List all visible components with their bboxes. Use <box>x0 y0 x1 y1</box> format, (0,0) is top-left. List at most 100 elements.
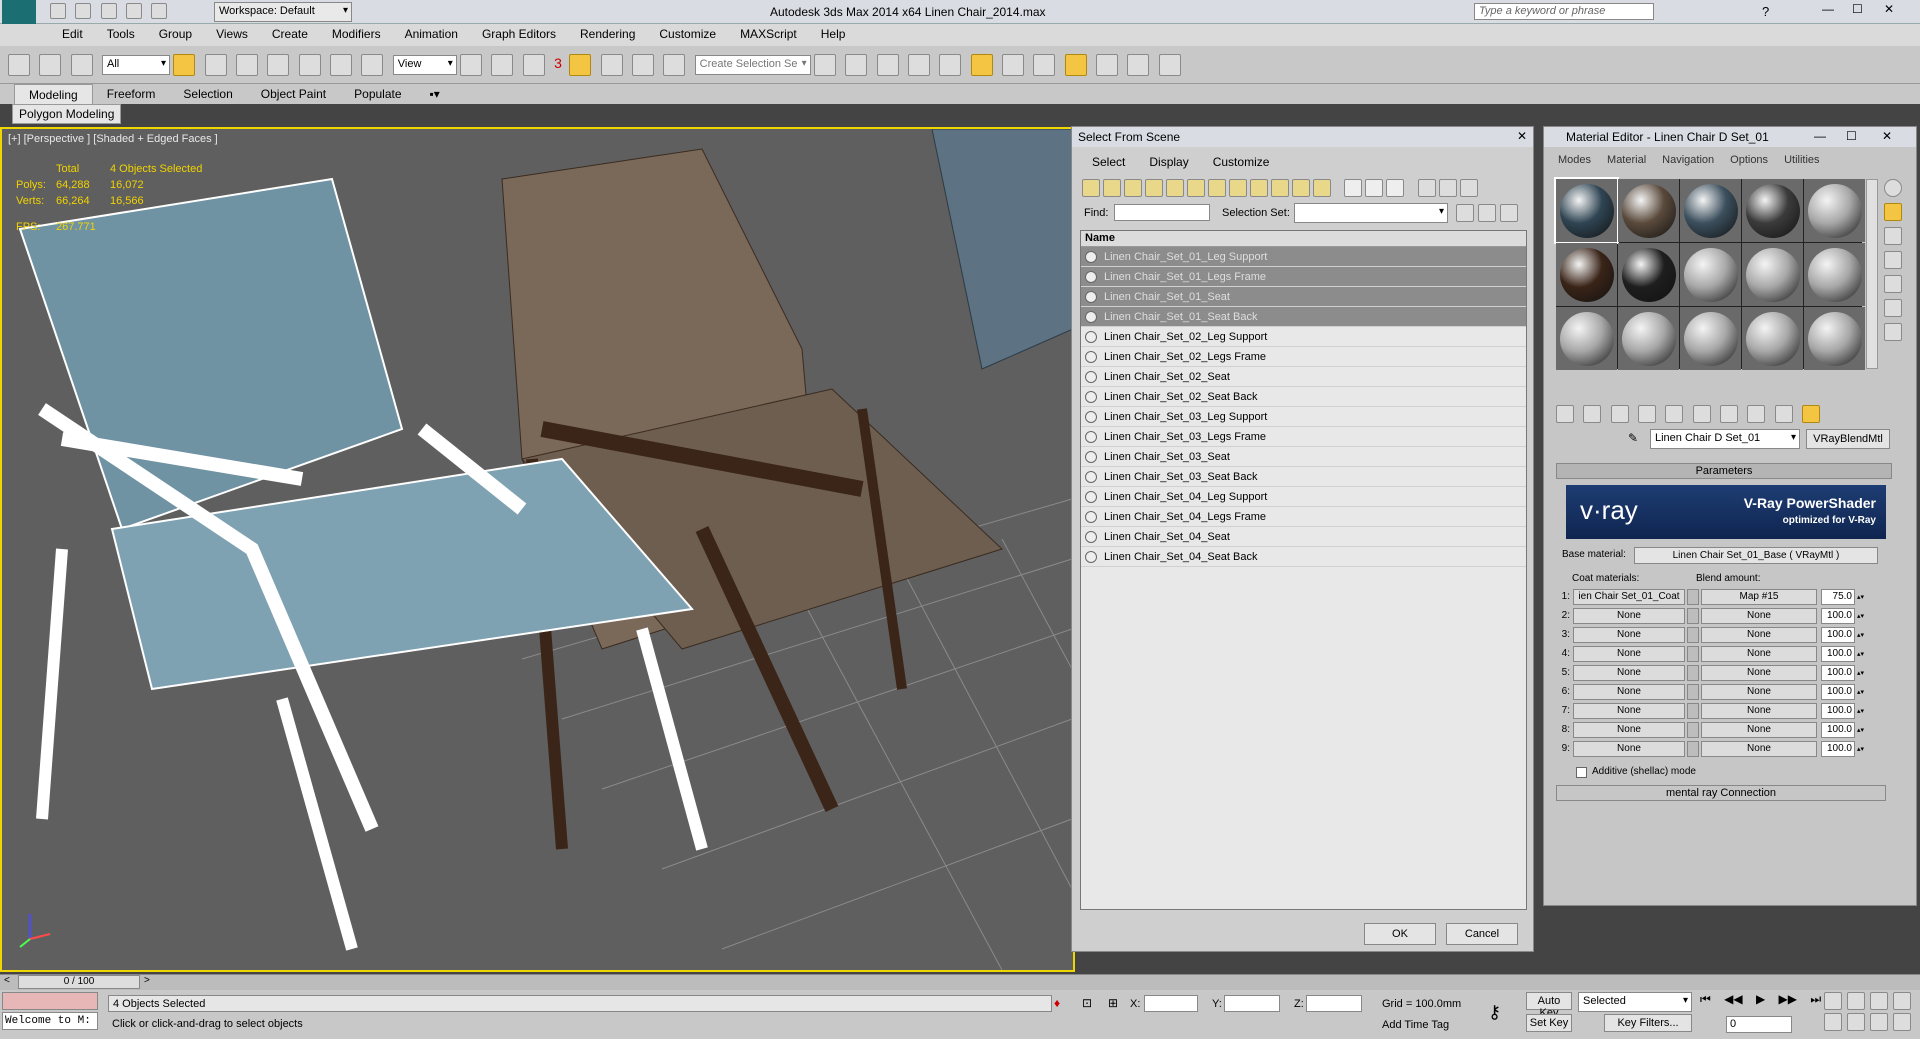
add-to-set-icon[interactable] <box>1478 204 1496 222</box>
spinner-arrows-icon[interactable]: ▴▾ <box>1857 650 1864 658</box>
edit-named-sets-icon[interactable] <box>663 54 686 76</box>
spinner-arrows-icon[interactable]: ▴▾ <box>1857 688 1864 696</box>
filter-frozen-icon[interactable] <box>1292 179 1310 197</box>
filter-containers-icon[interactable] <box>1271 179 1289 197</box>
ribbon-panel-polygon-modeling[interactable]: Polygon Modeling <box>12 104 122 124</box>
select-by-name-icon[interactable] <box>204 54 227 76</box>
blend-amount-spinner[interactable]: 100.0 <box>1821 721 1855 738</box>
display-children-icon[interactable] <box>1459 179 1478 197</box>
filter-hidden-icon[interactable] <box>1313 179 1331 197</box>
show-map-icon[interactable] <box>1747 405 1766 423</box>
perspective-viewport[interactable]: [+] [Perspective ] [Shaded + Edged Faces… <box>0 127 1075 972</box>
coat-toggle-checkbox[interactable] <box>1687 721 1699 738</box>
window-crossing-icon[interactable] <box>267 54 290 76</box>
reset-map-icon[interactable] <box>1638 405 1657 423</box>
snap-toggle-label[interactable]: 3 <box>554 55 562 71</box>
select-all-icon[interactable] <box>1344 179 1363 197</box>
coat-toggle-checkbox[interactable] <box>1687 664 1699 681</box>
material-id-icon[interactable] <box>1720 405 1739 423</box>
put-to-scene-icon[interactable] <box>1583 405 1602 423</box>
coat-material-button[interactable]: None <box>1573 645 1685 662</box>
close-button[interactable]: ✕ <box>1884 2 1894 16</box>
field-of-view-icon[interactable] <box>1824 1013 1842 1031</box>
object-list-row[interactable]: Linen Chair_Set_01_Leg Support <box>1081 247 1526 267</box>
menu-rendering[interactable]: Rendering <box>568 24 647 46</box>
object-list-row[interactable]: Linen Chair_Set_01_Seat Back <box>1081 307 1526 327</box>
coat-material-button[interactable]: None <box>1573 664 1685 681</box>
set-key-button[interactable]: Set Key <box>1526 1014 1572 1032</box>
filter-shapes-icon[interactable] <box>1103 179 1121 197</box>
dialog-close-button[interactable]: ✕ <box>1517 129 1527 143</box>
pan-icon[interactable] <box>1847 1013 1865 1031</box>
go-to-end-icon[interactable]: ⏭ <box>1810 992 1821 1006</box>
graphite-toggle-icon[interactable] <box>939 54 962 76</box>
pivot-center-icon[interactable] <box>460 54 483 76</box>
med-menu-options[interactable]: Options <box>1722 153 1776 167</box>
object-list-row[interactable]: Linen Chair_Set_02_Seat Back <box>1081 387 1526 407</box>
coat-material-button[interactable]: None <box>1573 702 1685 719</box>
material-slot[interactable] <box>1556 307 1617 370</box>
blend-amount-spinner[interactable]: 100.0 <box>1821 740 1855 757</box>
blend-amount-spinner[interactable]: 100.0 <box>1821 626 1855 643</box>
maximize-button[interactable]: ☐ <box>1852 2 1863 16</box>
bind-spacewarp-icon[interactable] <box>70 54 93 76</box>
current-frame-input[interactable]: 0 <box>1726 1016 1792 1033</box>
layer-manager-icon[interactable] <box>908 54 931 76</box>
coat-toggle-checkbox[interactable] <box>1687 607 1699 624</box>
menu-customize[interactable]: Customize <box>647 24 728 46</box>
object-list-row[interactable]: Linen Chair_Set_03_Seat <box>1081 447 1526 467</box>
blend-amount-spinner[interactable]: 100.0 <box>1821 607 1855 624</box>
select-manipulate-icon[interactable] <box>491 54 514 76</box>
spinner-arrows-icon[interactable]: ▴▾ <box>1857 631 1864 639</box>
save-file-icon[interactable] <box>100 3 117 19</box>
object-list-row[interactable]: Linen Chair_Set_04_Leg Support <box>1081 487 1526 507</box>
menu-modifiers[interactable]: Modifiers <box>320 24 393 46</box>
menu-graph-editors[interactable]: Graph Editors <box>470 24 568 46</box>
z-coordinate-input[interactable] <box>1306 995 1362 1012</box>
display-filter-icon[interactable] <box>1417 179 1436 197</box>
play-icon[interactable]: ▶ <box>1756 992 1765 1006</box>
coat-toggle-checkbox[interactable] <box>1687 626 1699 643</box>
material-slot[interactable] <box>1618 307 1679 370</box>
material-slot[interactable] <box>1554 177 1619 244</box>
workspace-select[interactable]: Workspace: Default <box>214 2 352 22</box>
dialog-menu-display[interactable]: Display <box>1137 152 1200 172</box>
menu-help[interactable]: Help <box>809 24 858 46</box>
angle-snap-icon[interactable] <box>569 54 592 76</box>
mental-ray-rollout[interactable]: mental ray Connection <box>1556 785 1886 801</box>
auto-key-button[interactable]: Auto Key <box>1526 992 1572 1019</box>
open-file-icon[interactable] <box>75 3 92 19</box>
spinner-snap-icon[interactable] <box>631 54 654 76</box>
blend-amount-spinner[interactable]: 100.0 <box>1821 702 1855 719</box>
zoom-icon[interactable] <box>1824 992 1842 1010</box>
coat-toggle-checkbox[interactable] <box>1687 683 1699 700</box>
align-icon[interactable] <box>876 54 899 76</box>
material-slot[interactable] <box>1680 307 1741 370</box>
object-list-row[interactable]: Linen Chair_Set_01_Seat <box>1081 287 1526 307</box>
options-icon[interactable] <box>1884 323 1902 341</box>
tab-modeling[interactable]: Modeling <box>14 84 93 104</box>
object-list-row[interactable]: Linen Chair_Set_02_Seat <box>1081 367 1526 387</box>
remove-from-set-icon[interactable] <box>1500 204 1518 222</box>
coat-material-button[interactable]: None <box>1573 626 1685 643</box>
select-object-icon[interactable] <box>173 54 196 76</box>
material-slot[interactable] <box>1742 179 1803 242</box>
search-input[interactable]: Type a keyword or phrase <box>1474 3 1654 20</box>
render-production-icon[interactable] <box>1096 54 1119 76</box>
uv-tiling-icon[interactable] <box>1884 251 1902 269</box>
render-setup-icon[interactable] <box>1033 54 1056 76</box>
filter-bones-icon[interactable] <box>1250 179 1268 197</box>
coat-toggle-checkbox[interactable] <box>1687 702 1699 719</box>
object-list-row[interactable]: Linen Chair_Set_04_Seat <box>1081 527 1526 547</box>
object-list-row[interactable]: Linen Chair_Set_02_Legs Frame <box>1081 347 1526 367</box>
rect-selection-icon[interactable] <box>236 54 259 76</box>
coat-toggle-checkbox[interactable] <box>1687 588 1699 605</box>
lock-icon[interactable]: ⊡ <box>1082 996 1092 1010</box>
filter-lights-icon[interactable] <box>1124 179 1142 197</box>
filter-xrefs-icon[interactable] <box>1229 179 1247 197</box>
help-icon[interactable]: ? <box>1762 4 1769 19</box>
teapot-icon[interactable] <box>1158 54 1181 76</box>
time-next-icon[interactable]: > <box>144 975 150 986</box>
make-preview-icon[interactable] <box>1884 299 1902 317</box>
zoom-extents-all-icon[interactable] <box>1893 992 1911 1010</box>
